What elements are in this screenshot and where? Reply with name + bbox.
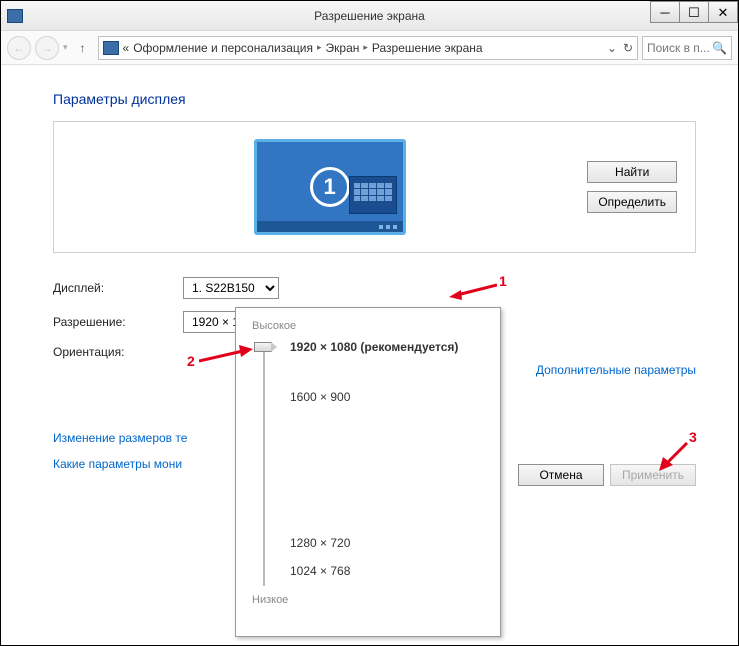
search-icon: 🔍 <box>712 41 727 55</box>
find-button[interactable]: Найти <box>587 161 677 183</box>
search-box[interactable]: 🔍 <box>642 36 732 60</box>
cancel-button[interactable]: Отмена <box>518 464 604 486</box>
resolution-option[interactable]: 1024 × 768 <box>290 564 458 578</box>
address-bar[interactable]: « Оформление и персонализация ▸ Экран ▸ … <box>98 36 638 60</box>
detect-button[interactable]: Определить <box>587 191 677 213</box>
maximize-button[interactable]: ☐ <box>679 1 709 23</box>
display-select[interactable]: 1. S22B150 <box>183 277 279 299</box>
slider-low-label: Низкое <box>252 594 484 606</box>
apply-button[interactable]: Применить <box>610 464 696 486</box>
slider-high-label: Высокое <box>252 320 484 332</box>
navigation-bar: ← → ▾ ↑ « Оформление и персонализация ▸ … <box>1 31 738 65</box>
breadcrumb-prefix: « <box>123 41 130 55</box>
resolution-slider[interactable] <box>256 336 272 594</box>
orientation-label: Ориентация: <box>53 345 183 359</box>
resolution-option[interactable]: 1600 × 900 <box>290 390 458 404</box>
chevron-right-icon: ▸ <box>317 42 322 53</box>
location-icon <box>103 41 119 55</box>
minimize-button[interactable]: ─ <box>650 1 680 23</box>
monitor-preview[interactable]: 1 <box>254 139 406 235</box>
dropdown-icon[interactable]: ⌄ <box>607 41 617 55</box>
page-heading: Параметры дисплея <box>53 91 696 107</box>
refresh-icon[interactable]: ↻ <box>623 41 633 55</box>
display-label: Дисплей: <box>53 281 183 295</box>
advanced-settings-link[interactable]: Дополнительные параметры <box>536 363 696 377</box>
breadcrumb-item[interactable]: Экран <box>326 41 360 55</box>
window-title: Разрешение экрана <box>314 9 425 23</box>
resolution-option[interactable]: 1280 × 720 <box>290 536 458 550</box>
resolution-option[interactable]: 1920 × 1080 (рекомендуется) <box>290 340 458 354</box>
up-button[interactable]: ↑ <box>72 37 94 59</box>
resolution-label: Разрешение: <box>53 315 183 329</box>
search-input[interactable] <box>647 41 709 55</box>
monitor-preview-box: 1 Найти Определить <box>53 121 696 253</box>
forward-button[interactable]: → <box>35 36 59 60</box>
breadcrumb-item[interactable]: Разрешение экрана <box>372 41 483 55</box>
breadcrumb-item[interactable]: Оформление и персонализация <box>133 41 313 55</box>
close-button[interactable]: ✕ <box>708 1 738 23</box>
slider-thumb[interactable] <box>254 342 272 352</box>
monitor-overlay-icon <box>349 176 397 214</box>
monitor-number: 1 <box>310 167 350 207</box>
chevron-right-icon: ▸ <box>363 42 368 53</box>
app-icon <box>7 9 23 23</box>
back-button[interactable]: ← <box>7 36 31 60</box>
resolution-dropdown: Высокое 1920 × 1080 (рекомендуется) 1600… <box>235 307 501 637</box>
window-titlebar: Разрешение экрана ─ ☐ ✕ <box>1 1 738 31</box>
